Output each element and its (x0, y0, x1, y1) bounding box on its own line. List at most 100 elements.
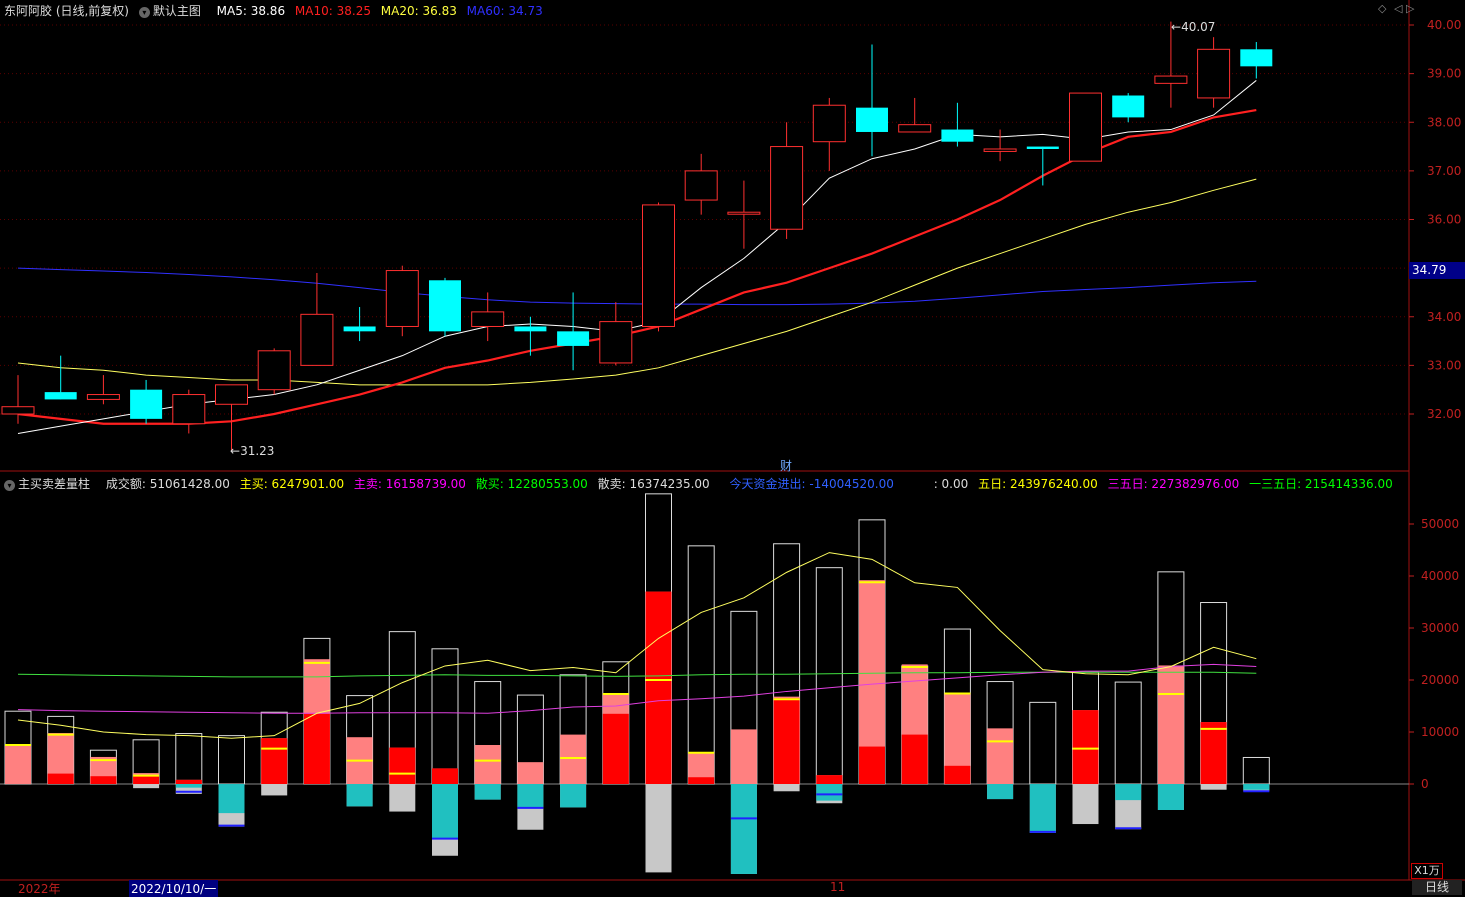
turnover-value: 成交额: 51061428.00 (105, 477, 230, 491)
ma20-line (17, 178, 1257, 386)
turnover-bar (1114, 681, 1142, 785)
turnover-bar (815, 567, 843, 785)
sell-bar (261, 784, 288, 796)
candle-body-up (86, 394, 120, 400)
buy-bar (730, 729, 757, 784)
date-year-label: 2022年 (18, 882, 61, 896)
price-tick-label: 36.00 (1427, 213, 1461, 227)
pan-left-icon[interactable]: ◁ (1394, 2, 1402, 15)
stock-title[interactable]: 东阿阿胶 (日线,前复权) (4, 4, 129, 18)
pan-right-icon[interactable]: ▷ (1406, 2, 1414, 15)
candle-body-down (557, 331, 590, 346)
candle-body-up (812, 104, 846, 143)
buy-bar (560, 734, 587, 784)
candle-body-down (856, 107, 888, 132)
price-tick-label: 37.00 (1427, 164, 1461, 178)
main-sell-bar (1157, 784, 1184, 810)
main-sell-bar (1115, 784, 1142, 801)
candle-body-up (1197, 48, 1231, 99)
main-buy-bar (175, 779, 202, 784)
main-buy-bar (859, 746, 885, 784)
buy-bar (517, 762, 544, 784)
candle-body-up (471, 311, 505, 327)
main-buy-bar (47, 773, 74, 784)
chevron-down-icon[interactable]: ▾ (138, 7, 150, 18)
main-buy-bar (688, 777, 715, 784)
volume-tick-label: 20000 (1421, 673, 1459, 687)
high-price-label: 40.07 (1181, 20, 1216, 34)
turnover-bar (175, 733, 203, 785)
period-tab[interactable]: 日线 (1412, 880, 1462, 895)
main-sell-bar (1029, 784, 1056, 833)
candle-body-down (429, 280, 461, 332)
date-month-label: 11 (830, 880, 846, 894)
candle-body-up (1069, 92, 1102, 162)
turnover-bar (218, 735, 245, 785)
candle-body-up (1154, 75, 1188, 84)
buy-bar (1157, 665, 1184, 784)
current-price-tag: 34.79 (1409, 262, 1465, 279)
high-price-marker: ←40.07 (1171, 20, 1215, 34)
main-sell-bar (730, 784, 757, 874)
price-tick-label: 39.00 (1427, 67, 1461, 81)
main-sell-bar (987, 784, 1014, 800)
ma5-value: MA5: 38.86 (216, 4, 286, 18)
three-five-day-line (17, 663, 1257, 714)
main-sell-bar (816, 784, 843, 801)
diamond-icon[interactable]: ◇ (1378, 2, 1386, 15)
candle-body-up (215, 384, 248, 405)
main-buy-bar (1200, 722, 1227, 784)
candle-body-down (941, 129, 974, 142)
sell-bar (1200, 784, 1227, 790)
candle-body-up (257, 350, 291, 391)
indicator-selector[interactable]: ▾ 主买卖差量柱 (4, 477, 96, 491)
candle-body-up (684, 170, 718, 201)
main-sell-bar (218, 784, 245, 814)
retail-buy-value: 散买: 12280553.00 (475, 477, 588, 491)
turnover-bar (1242, 756, 1270, 785)
main-sell-bar (1243, 784, 1270, 790)
candle-body-up (385, 270, 419, 327)
chevron-down-icon[interactable]: ▾ (4, 480, 15, 491)
buy-bar (5, 744, 31, 784)
main-buy-bar (432, 768, 458, 784)
volume-tick-label: 0 (1421, 777, 1429, 791)
indicator-label: 主买卖差量柱 (18, 477, 91, 491)
unit-label: X1万 (1411, 863, 1443, 879)
arrow-left-icon: ← (230, 444, 241, 458)
price-tick-label: 40.00 (1427, 18, 1461, 32)
ma60-line (17, 267, 1257, 306)
candle-body-up (770, 146, 804, 230)
finance-marker[interactable]: 财 (780, 457, 792, 474)
low-price-marker: ←31.23 (230, 444, 274, 458)
sell-bar (389, 784, 416, 812)
candle-body-up (727, 211, 761, 215)
turnover-bar (1029, 701, 1057, 785)
candle-body-down (1240, 49, 1273, 67)
sell-bar (1072, 784, 1099, 825)
sell-bar (773, 784, 800, 792)
main-sell-bar (175, 784, 202, 788)
main-buy-bar (389, 747, 416, 784)
one-three-five-day-value: 一三五日: 215414336.00 (1249, 477, 1393, 491)
main-sell-value: 主卖: 16158739.00 (353, 477, 466, 491)
volume-tick-label: 10000 (1421, 725, 1459, 739)
candle-body-down (44, 392, 77, 400)
buy-bar (474, 745, 501, 784)
sell-bar (645, 784, 672, 873)
three-five-day-value: 三五日: 227382976.00 (1107, 477, 1240, 491)
candle-body-down (130, 389, 163, 419)
five-day-value: 五日: 243976240.00 (978, 477, 1098, 491)
top-header: 东阿阿胶 (日线,前复权) ▾ 默认主图 MA5: 38.86 MA10: 38.… (4, 2, 549, 19)
price-tick-label: 32.00 (1427, 407, 1461, 421)
main-chart-selector[interactable]: ▾ 默认主图 (138, 4, 211, 18)
ma60-value: MA60: 34.73 (466, 4, 543, 18)
candle-body-up (642, 204, 675, 327)
today-flow-value: 今天资金进出: -14004520.00 (729, 477, 894, 491)
main-buy-bar (1072, 710, 1099, 784)
chart-canvas[interactable]: 32.0033.0034.0035.0036.0037.0038.0039.00… (0, 0, 1465, 895)
main-sell-bar (560, 784, 587, 808)
main-buy-bar (303, 713, 330, 784)
main-buy-value: 主买: 6247901.00 (239, 477, 345, 491)
candle-body-down (1026, 146, 1059, 149)
